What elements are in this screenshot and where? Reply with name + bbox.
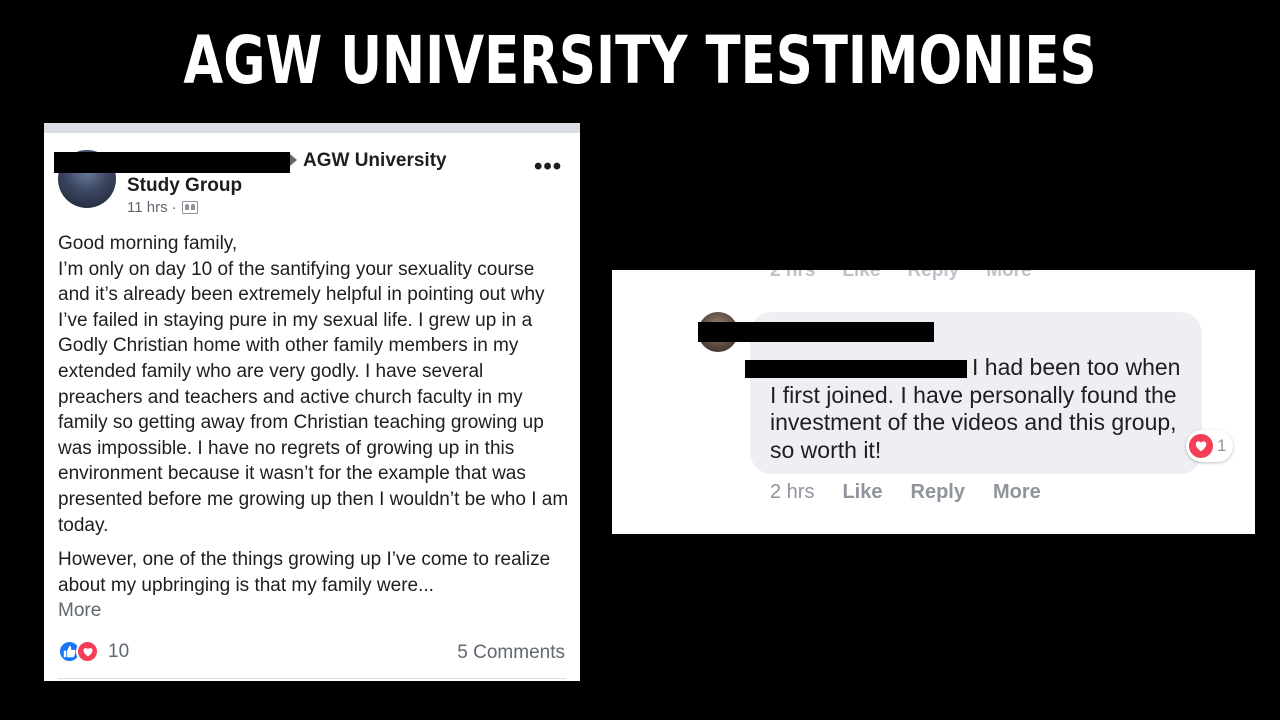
comments-count-link[interactable]: 5 Comments: [457, 642, 565, 664]
like-button[interactable]: Like: [842, 481, 882, 504]
page-title: AGW UNIVERSITY TESTIMONIES: [183, 22, 1097, 99]
divider: [58, 678, 566, 679]
post-timestamp[interactable]: 11 hrs ·: [127, 199, 177, 216]
reply-button[interactable]: Reply: [911, 481, 965, 504]
post-paragraph: However, one of the things growing up I’…: [58, 549, 551, 596]
comment-text: I had been too when I first joined. I ha…: [770, 354, 1190, 464]
group-icon: [181, 201, 198, 214]
group-post-card: AGW University Study Group 11 hrs · ••• …: [44, 123, 580, 681]
post-meta: 11 hrs ·: [127, 199, 198, 216]
reactions-summary[interactable]: 10: [58, 640, 129, 663]
ghost-action: More: [986, 270, 1032, 281]
comment-timestamp[interactable]: 2 hrs: [770, 481, 814, 504]
group-name-link[interactable]: AGW University: [303, 150, 447, 172]
comment-text-line1: I had been too: [972, 354, 1120, 380]
heart-icon: [1189, 434, 1213, 458]
post-body: Good morning family, I’m only on day 10 …: [58, 231, 570, 624]
post-top-bar: [44, 123, 580, 133]
arrow-right-icon: [290, 154, 297, 166]
more-options-icon[interactable]: •••: [534, 153, 562, 181]
reaction-count: 10: [108, 640, 130, 662]
ghost-action: Reply: [907, 270, 960, 281]
redacted-commenter-name: [698, 322, 934, 342]
more-button[interactable]: More: [993, 481, 1041, 504]
comment-reaction-count: 1: [1217, 436, 1227, 455]
ghost-action: Like: [842, 270, 881, 281]
comment-reaction-badge[interactable]: 1: [1186, 430, 1234, 462]
ghost-action: 2 hrs: [770, 270, 816, 281]
see-more-link[interactable]: More: [58, 598, 570, 624]
comment-card: 2 hrs Like Reply More I had been too whe…: [612, 270, 1255, 534]
comment-actions: 2 hrs Like Reply More: [770, 481, 1041, 504]
heart-icon: [76, 640, 99, 663]
previous-comment-actions: 2 hrs Like Reply More: [770, 270, 1032, 282]
post-paragraph: Good morning family, I’m only on day 10 …: [58, 233, 569, 536]
redacted-author-name: [54, 152, 290, 173]
group-name-link-continued[interactable]: Study Group: [127, 175, 242, 197]
